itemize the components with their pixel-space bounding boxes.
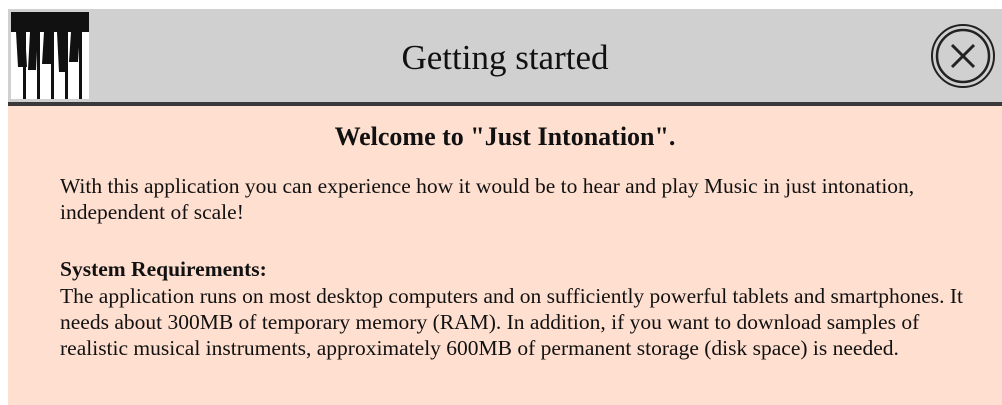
getting-started-dialog: Getting started Welcome to "Just Intonat… [8,9,1002,405]
dialog-titlebar: Getting started [8,9,1002,106]
dialog-content: Welcome to "Just Intonation". With this … [8,106,1002,405]
close-button[interactable] [930,23,996,89]
intro-paragraph: With this application you can experience… [60,174,915,224]
requirements-paragraph: The application runs on most desktop com… [60,284,964,360]
welcome-heading: Welcome to "Just Intonation". [334,122,676,151]
close-circle-icon [931,24,995,88]
dialog-title: Getting started [401,38,609,77]
requirements-heading: System Requirements: [60,257,267,281]
